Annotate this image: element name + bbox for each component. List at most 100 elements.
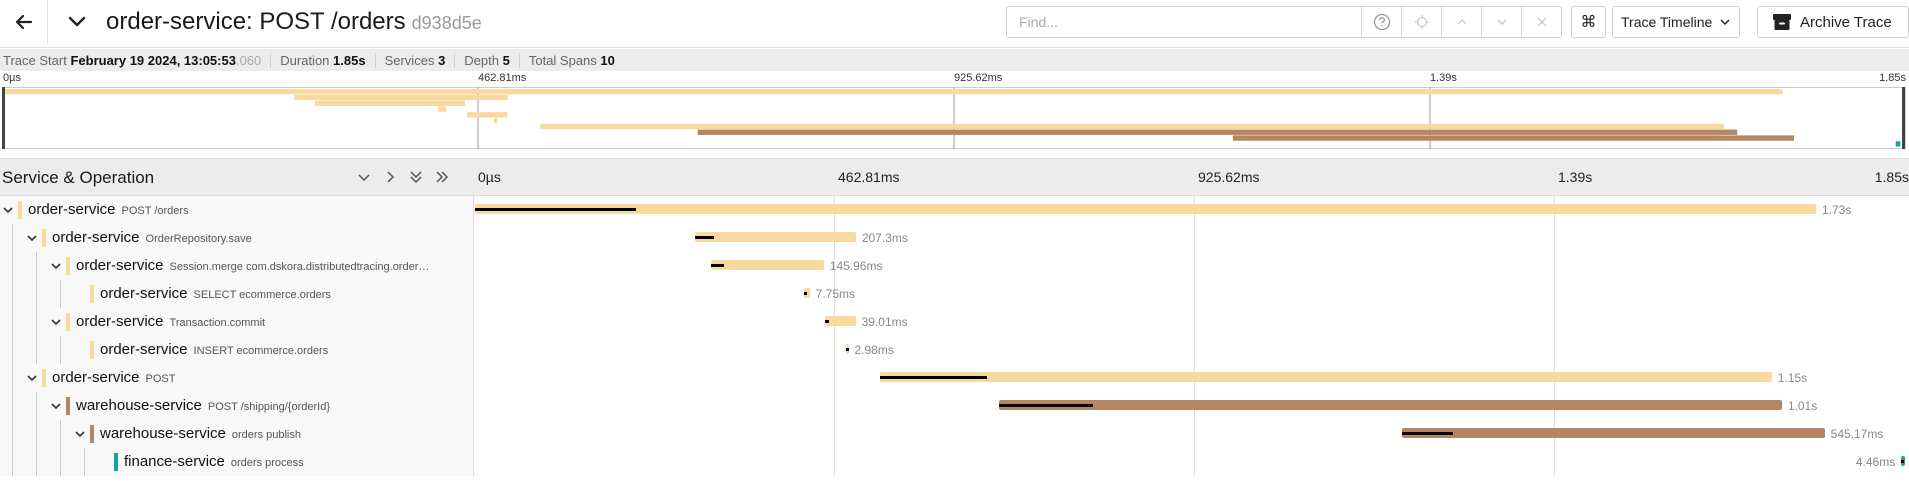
span-bar[interactable] (998, 400, 1782, 410)
span-row-label[interactable]: warehouse-service POST /shipping/{orderId… (0, 392, 474, 420)
span-bar[interactable] (475, 204, 1816, 214)
span-name[interactable]: order-service POST (52, 369, 175, 386)
service-name: order-service (76, 313, 164, 330)
span-row-timeline: 39.01ms (475, 308, 1909, 336)
span-self-time (880, 376, 988, 379)
locate-span-button[interactable] (1401, 7, 1441, 37)
previous-result-button[interactable] (1441, 7, 1481, 37)
span-self-time (1402, 432, 1453, 435)
span-name[interactable]: order-service OrderRepository.save (52, 229, 252, 246)
tree-guide (36, 308, 37, 336)
clear-search-button[interactable] (1521, 7, 1561, 37)
service-color-bar (66, 313, 70, 331)
span-name[interactable]: order-service SELECT ecommerce.orders (100, 285, 331, 302)
minimap-span (494, 118, 498, 124)
service-name: warehouse-service (76, 397, 202, 414)
span-row[interactable]: order-service POST 1.15s (0, 364, 1909, 392)
span-toggle[interactable] (73, 426, 87, 442)
minimap-span (438, 106, 447, 112)
operation-name: SELECT ecommerce.orders (193, 289, 331, 301)
span-duration-label: 7.75ms (815, 287, 856, 301)
span-name[interactable]: order-service Session.merge com.dskora.di… (76, 257, 429, 274)
span-row[interactable]: order-service Transaction.commit 39.01ms (0, 308, 1909, 336)
span-duration-label: 145.96ms (829, 259, 883, 273)
next-result-button[interactable] (1481, 7, 1521, 37)
span-row-label[interactable]: warehouse-service orders publish (0, 420, 474, 448)
stat-total-spans: Total Spans 10 (529, 53, 624, 68)
collapse-one-button[interactable] (354, 167, 374, 187)
span-row-label[interactable]: order-service POST (0, 364, 474, 392)
page-title: order-service: POST /orders d938d5e (106, 8, 482, 36)
span-row-label[interactable]: order-service Session.merge com.dskora.di… (0, 252, 474, 280)
operation-name: POST /orders (121, 205, 189, 217)
stat-label: Depth (464, 52, 499, 68)
stat-value: 5 (502, 52, 510, 68)
span-toggle[interactable] (25, 370, 39, 386)
span-toggle[interactable] (49, 398, 63, 414)
span-row[interactable]: warehouse-service orders publish 545.17ms (0, 420, 1909, 448)
minimap-canvas[interactable] (2, 87, 1906, 149)
span-row[interactable]: order-service POST /orders 1.73s (0, 196, 1909, 224)
span-row-label[interactable]: order-service INSERT ecommerce.orders (0, 336, 474, 364)
view-type-value: Trace Timeline (1621, 14, 1713, 30)
chevron-down-icon (1720, 19, 1730, 26)
span-toggle[interactable] (25, 230, 39, 246)
stat-value: February 19 2024, 13:05:53 (70, 52, 236, 68)
stat-value: 1.85s (333, 52, 366, 68)
find-help-button[interactable] (1361, 7, 1401, 37)
span-bar[interactable] (880, 372, 1772, 382)
minimap-handle-left[interactable] (2, 87, 5, 149)
archive-trace-button[interactable]: Archive Trace (1757, 6, 1909, 38)
operation-name: POST /shipping/{orderId} (207, 401, 330, 413)
minimap-handle-right[interactable] (1902, 87, 1905, 149)
trace-minimap[interactable]: 0µs 462.81ms 925.62ms 1.39s 1.85s (0, 71, 1909, 151)
chevron-down-icon (3, 207, 13, 214)
span-row-timeline: 2.98ms (475, 336, 1909, 364)
minimap-span (294, 94, 508, 101)
span-duration-label: 39.01ms (861, 315, 908, 329)
expand-one-button[interactable] (380, 167, 400, 187)
span-toggle[interactable] (49, 314, 63, 330)
span-name[interactable]: order-service Transaction.commit (76, 313, 265, 330)
span-bar[interactable] (825, 316, 856, 326)
span-name[interactable]: order-service INSERT ecommerce.orders (100, 341, 328, 358)
span-toggle[interactable] (1, 202, 15, 218)
tree-guide (12, 448, 13, 476)
service-name: finance-service (124, 453, 225, 470)
span-row[interactable]: order-service Session.merge com.dskora.di… (0, 252, 1909, 280)
span-duration-label: 2.98ms (854, 343, 894, 357)
view-type-select[interactable]: Trace Timeline (1612, 6, 1740, 38)
span-row-label[interactable]: order-service OrderRepository.save (0, 224, 474, 252)
span-row[interactable]: warehouse-service POST /shipping/{orderId… (0, 392, 1909, 420)
minimap-tick: 1.39s (1430, 72, 1457, 84)
command-icon: ⌘ (1580, 14, 1597, 31)
span-name[interactable]: order-service POST /orders (28, 201, 189, 218)
span-row-label[interactable]: order-service SELECT ecommerce.orders (0, 280, 474, 308)
operation-name: orders publish (231, 429, 301, 441)
chevron-down-icon (51, 319, 61, 326)
keyboard-shortcuts-button[interactable]: ⌘ (1571, 6, 1606, 38)
stat-trace-start: Trace Start February 19 2024, 13:05:53.0… (3, 52, 272, 68)
collapse-all-button[interactable] (406, 167, 426, 187)
find-input[interactable] (1007, 7, 1361, 37)
span-name[interactable]: finance-service orders process (124, 453, 304, 470)
span-row[interactable]: order-service OrderRepository.save 207.3ms (0, 224, 1909, 252)
collapse-header-button[interactable] (62, 8, 92, 36)
span-row[interactable]: finance-service orders process 4.46ms (0, 448, 1909, 476)
trace-stats: Trace Start February 19 2024, 13:05:53.0… (0, 49, 1909, 71)
operation-name: POST (145, 373, 176, 385)
span-row[interactable]: order-service SELECT ecommerce.orders 7.75… (0, 280, 1909, 308)
back-button[interactable] (0, 0, 48, 44)
span-row-label[interactable]: finance-service orders process (0, 448, 474, 476)
span-name[interactable]: warehouse-service orders publish (100, 425, 301, 442)
expand-all-button[interactable] (432, 167, 452, 187)
span-row-label[interactable]: order-service Transaction.commit (0, 308, 474, 336)
span-bar[interactable] (710, 260, 824, 270)
span-toggle[interactable] (49, 258, 63, 274)
span-row[interactable]: order-service INSERT ecommerce.orders 2.98… (0, 336, 1909, 364)
service-color-bar (90, 425, 94, 443)
span-bar[interactable] (1402, 428, 1825, 438)
span-row-label[interactable]: order-service POST /orders (0, 196, 474, 224)
span-name[interactable]: warehouse-service POST /shipping/{orderId… (76, 397, 330, 414)
span-bar[interactable] (695, 232, 856, 242)
